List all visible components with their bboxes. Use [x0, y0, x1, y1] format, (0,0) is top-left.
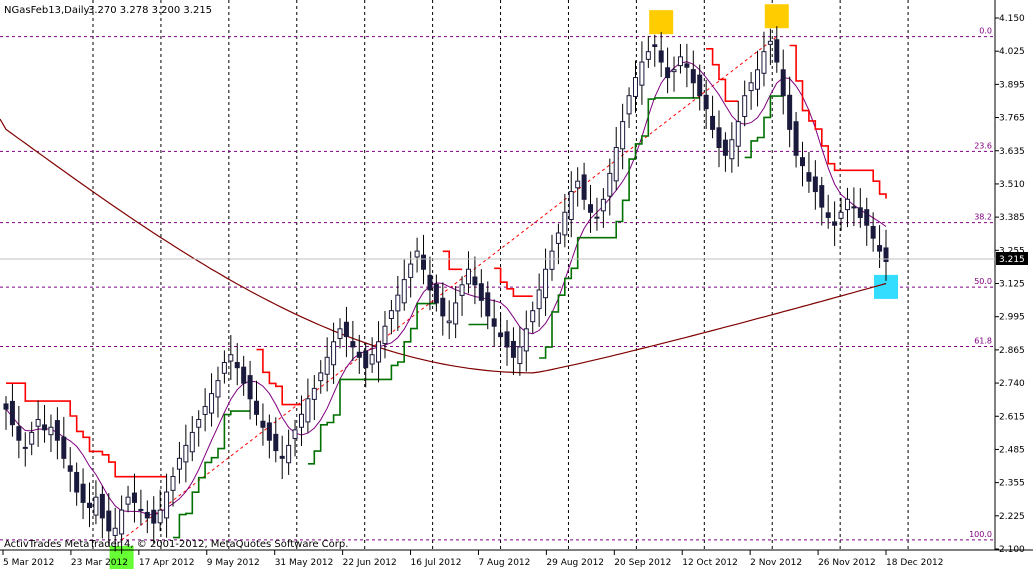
y-tick-label: 4.025 [999, 47, 1025, 57]
fib-level-label: 0.0 [979, 27, 992, 36]
y-tick-label: 3.510 [999, 180, 1025, 190]
price-chart: 0.0 23.6 38.2 50.0 61.8 100.0 4.150 4.025 3.895… [0, 0, 1033, 569]
y-tick-label: 2.995 [999, 313, 1025, 323]
chart-symbol: NGasFeb13,Daily [4, 5, 90, 16]
x-tick-label: 31 May 2012 [275, 558, 334, 568]
fib-level-label: 38.2 [974, 213, 992, 222]
x-tick-label: 12 Oct 2012 [682, 558, 738, 568]
fib-level-label: 61.8 [974, 336, 992, 345]
x-tick-label: 9 May 2012 [207, 558, 260, 568]
fib-level-label: 100.0 [969, 530, 992, 539]
y-tick-label: 2.865 [999, 346, 1025, 356]
y-tick-label: 3.635 [999, 147, 1025, 157]
x-tick-label: 22 Jun 2012 [343, 558, 397, 568]
y-tick-label: 2.615 [999, 412, 1025, 422]
y-tick-label: 2.485 [999, 445, 1025, 455]
x-tick-label: 23 Mar 2012 [71, 558, 128, 568]
y-tick-label: 3.895 [999, 80, 1025, 90]
y-tick-label: 2.225 [999, 512, 1025, 522]
y-tick-label: 3.765 [999, 114, 1025, 124]
y-tick-label: 2.355 [999, 479, 1025, 489]
chart-ohlc: 3.270 3.278 3.200 3.215 [88, 5, 212, 16]
y-tick-label: 4.150 [999, 14, 1025, 24]
x-tick-label: 2 Nov 2012 [750, 558, 802, 568]
y-tick-label: 3.385 [999, 213, 1025, 223]
x-tick-label: 5 Mar 2012 [3, 558, 54, 568]
x-tick-label: 18 Dec 2012 [886, 558, 944, 568]
x-tick-label: 17 Apr 2012 [139, 558, 195, 568]
x-tick-label: 16 Jul 2012 [411, 558, 462, 568]
highlight-box [764, 4, 789, 29]
x-tick-label: 7 Aug 2012 [478, 558, 530, 568]
fib-level-label: 23.6 [974, 141, 992, 150]
x-tick-label: 20 Sep 2012 [614, 558, 671, 568]
current-price-text: 3.215 [999, 255, 1025, 265]
highlight-box [649, 10, 674, 35]
y-tick-label: 2.740 [999, 379, 1025, 389]
x-tick-label: 26 Nov 2012 [818, 558, 876, 568]
x-tick-label: 29 Aug 2012 [546, 558, 604, 568]
fib-level-label: 50.0 [974, 277, 992, 286]
copyright-text: ActivTrades MetaTrader 4, © 2001-2012, M… [4, 539, 348, 550]
current-price-label: 3.215 [996, 252, 1028, 265]
y-tick-label: 3.125 [999, 280, 1025, 290]
y-tick-label: 2.100 [999, 545, 1025, 555]
